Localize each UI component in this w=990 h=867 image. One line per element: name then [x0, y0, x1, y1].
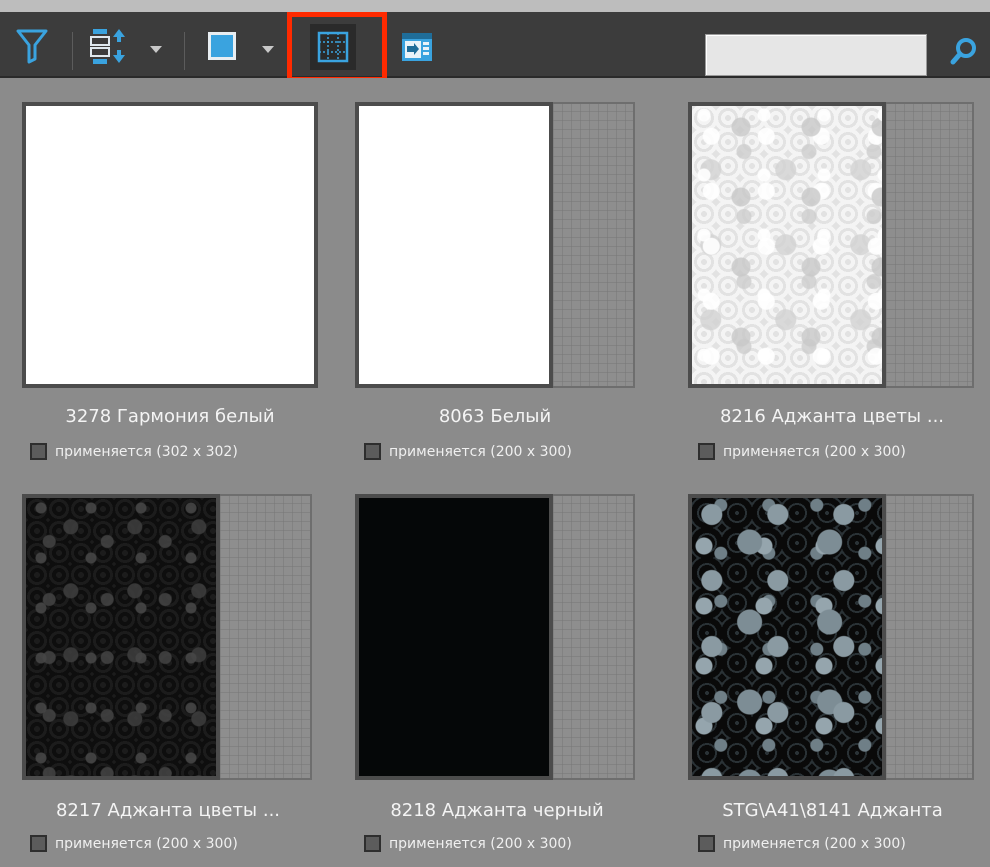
- apply-checkbox[interactable]: [364, 835, 381, 852]
- material-title: 8217 Аджанта цветы ...: [55, 800, 281, 821]
- filter-icon[interactable]: [10, 24, 54, 68]
- material-status-text: применяется (200 x 300): [389, 835, 572, 852]
- texture-white: [355, 102, 553, 388]
- material-status-text: применяется (200 x 300): [723, 443, 906, 460]
- material-status: применяется (200 x 300): [364, 443, 572, 460]
- texture-black: [355, 494, 553, 780]
- apply-checkbox[interactable]: [698, 835, 715, 852]
- panel-toggle-icon[interactable]: [394, 24, 440, 70]
- material-thumbnail[interactable]: [355, 102, 635, 388]
- material-thumbnail[interactable]: [22, 102, 318, 388]
- toolbar-separator: [184, 32, 185, 70]
- material-status: применяется (302 x 302): [30, 443, 238, 460]
- highlight-box: [287, 12, 387, 82]
- material-thumbnail[interactable]: [355, 494, 635, 780]
- material-status-text: применяется (302 x 302): [55, 443, 238, 460]
- material-status-text: применяется (200 x 300): [389, 443, 572, 460]
- apply-checkbox[interactable]: [364, 443, 381, 460]
- view-mode-dropdown-arrow[interactable]: [262, 46, 274, 53]
- texture-black-floral: [22, 494, 220, 780]
- material-title: 8218 Аджанта черный: [390, 800, 604, 821]
- search-icon[interactable]: [944, 32, 984, 72]
- toolbar-separator: [72, 32, 73, 70]
- material-status-text: применяется (200 x 300): [723, 835, 906, 852]
- material-grid: 3278 Гармония белый применяется (302 x 3…: [0, 78, 990, 867]
- texture-white-floral: [688, 102, 886, 388]
- material-title: 8063 Белый: [438, 406, 552, 427]
- material-status: применяется (200 x 300): [30, 835, 238, 852]
- sort-icon[interactable]: [84, 24, 134, 68]
- apply-checkbox[interactable]: [30, 443, 47, 460]
- sort-dropdown-arrow[interactable]: [150, 46, 162, 53]
- toolbar: [0, 12, 990, 78]
- material-thumbnail[interactable]: [688, 102, 974, 388]
- search-input[interactable]: [705, 34, 927, 76]
- material-title: 8216 Аджанта цветы ...: [719, 406, 945, 427]
- window-top-strip: [0, 0, 990, 12]
- apply-checkbox[interactable]: [30, 835, 47, 852]
- texture-white: [22, 102, 318, 388]
- texture-black-grey-floral: [688, 494, 886, 780]
- material-status: применяется (200 x 300): [364, 835, 572, 852]
- square-view-icon[interactable]: [200, 24, 244, 68]
- material-status: применяется (200 x 300): [698, 835, 906, 852]
- material-title: STG\A41\8141 Аджанта: [722, 800, 943, 821]
- material-status-text: применяется (200 x 300): [55, 835, 238, 852]
- material-status: применяется (200 x 300): [698, 443, 906, 460]
- material-thumbnail[interactable]: [22, 494, 312, 780]
- material-thumbnail[interactable]: [688, 494, 974, 780]
- material-title: 3278 Гармония белый: [65, 406, 275, 427]
- apply-checkbox[interactable]: [698, 443, 715, 460]
